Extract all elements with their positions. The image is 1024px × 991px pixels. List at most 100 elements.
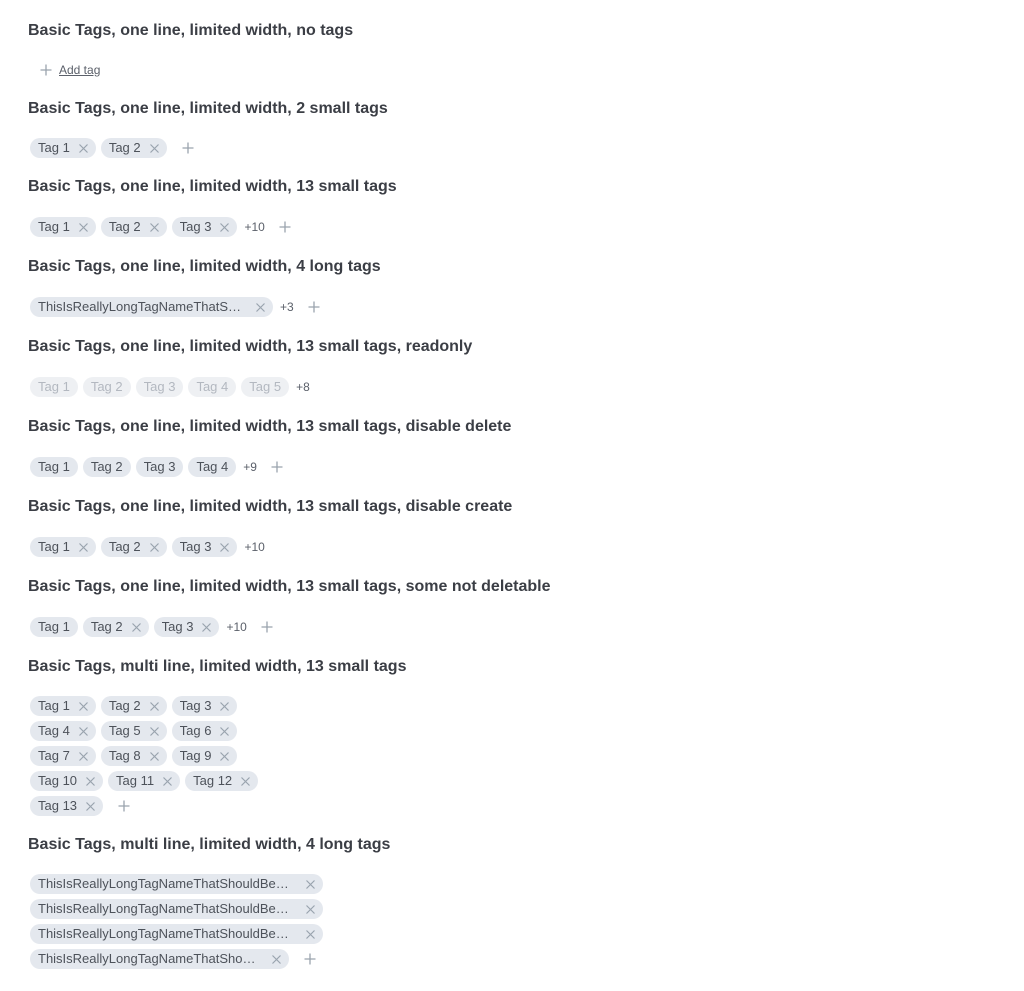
more-count[interactable]: +8	[296, 380, 310, 394]
tag-label: Tag 1	[38, 459, 70, 474]
plus-icon[interactable]	[118, 800, 130, 812]
tag-label: Tag 1	[38, 619, 70, 634]
tag: Tag 2	[100, 696, 167, 716]
tag-label: Tag 7	[38, 748, 70, 763]
tag-label: Tag 2	[108, 698, 141, 713]
tag: Tag 3	[171, 537, 238, 557]
tag-label: Tag 2	[90, 619, 123, 634]
close-icon[interactable]	[220, 751, 230, 761]
tag-label: Tag 13	[38, 798, 78, 813]
close-icon[interactable]	[78, 542, 88, 552]
tag: Tag 1	[30, 617, 78, 637]
tag-label: Tag 2	[108, 219, 141, 234]
add-tag-button[interactable]: Add tag	[40, 60, 100, 80]
plus-icon[interactable]	[261, 621, 273, 633]
close-icon[interactable]	[131, 622, 141, 632]
close-icon[interactable]	[272, 954, 281, 964]
plus-icon[interactable]	[308, 301, 320, 313]
plus-icon[interactable]	[279, 221, 291, 233]
section-title: Basic Tags, one line, limited width, no …	[28, 22, 354, 39]
tag: Tag 2	[100, 138, 167, 158]
close-icon[interactable]	[220, 542, 230, 552]
tag: ThisIsReallyLongTagNameThatShouldBeTrunc…	[30, 874, 323, 894]
tag-label: Tag 2	[108, 539, 141, 554]
close-icon[interactable]	[256, 302, 265, 312]
tag: Tag 1	[30, 696, 96, 716]
tag-label: Tag 1	[38, 379, 70, 394]
tag: Tag 3	[171, 217, 238, 237]
tag: ThisIsReallyLongTagNameThatShouldBeTrunc…	[30, 899, 323, 919]
close-icon[interactable]	[86, 776, 95, 786]
more-count[interactable]: +10	[244, 220, 264, 234]
close-icon[interactable]	[306, 879, 315, 889]
close-icon[interactable]	[78, 751, 88, 761]
tag-label: ThisIsReallyLongTagNameThatShouldBeTrunc…	[38, 299, 242, 314]
plus-icon[interactable]	[304, 953, 316, 965]
close-icon[interactable]	[306, 904, 315, 914]
tag-list-row: ThisIsReallyLongTagNameThatShouldBeTrunc…	[30, 924, 328, 944]
close-icon[interactable]	[86, 801, 95, 811]
plus-icon	[40, 64, 52, 76]
plus-icon[interactable]	[271, 461, 283, 473]
tag-label: Tag 3	[143, 379, 176, 394]
tag-label: Tag 1	[38, 140, 70, 155]
tag-label: Tag 2	[108, 140, 141, 155]
tag-list: Tag 1 Tag 2 Tag 3 Tag 4 Tag 5 +8	[30, 377, 320, 397]
tag-list-row: ThisIsReallyLongTagNameThatShouldBeTrunc…	[30, 949, 316, 969]
close-icon[interactable]	[149, 542, 159, 552]
close-icon[interactable]	[220, 701, 230, 711]
section-title: Basic Tags, one line, limited width, 13 …	[28, 498, 513, 515]
tag-list: Tag 1 Tag 2 Tag 3 +10	[30, 617, 273, 637]
section-title: Basic Tags, multi line, limited width, 1…	[28, 658, 407, 675]
more-count[interactable]: +10	[226, 620, 246, 634]
tag-label: Tag 2	[90, 459, 123, 474]
close-icon[interactable]	[306, 929, 315, 939]
tag-label: Tag 12	[193, 773, 233, 788]
tag: Tag 4	[188, 457, 237, 477]
close-icon[interactable]	[202, 622, 212, 632]
tag-label: Tag 11	[116, 773, 155, 788]
tag-label: Tag 4	[196, 379, 229, 394]
close-icon[interactable]	[149, 751, 159, 761]
tag: Tag 9	[171, 746, 238, 766]
tag: Tag 2	[82, 617, 149, 637]
close-icon[interactable]	[149, 222, 159, 232]
close-icon[interactable]	[78, 222, 88, 232]
tag: Tag 2	[82, 377, 131, 397]
tag: Tag 2	[100, 217, 167, 237]
tag: Tag 3	[171, 696, 238, 716]
more-count[interactable]: +9	[243, 460, 257, 474]
close-icon[interactable]	[220, 726, 230, 736]
close-icon[interactable]	[163, 776, 173, 786]
close-icon[interactable]	[220, 222, 230, 232]
tag-label: ThisIsReallyLongTagNameThatShouldBeTrunc…	[38, 951, 256, 966]
tag-list: Tag 1 Tag 2 Tag 3 +10	[30, 537, 275, 557]
tag-list-row: ThisIsReallyLongTagNameThatShouldBeTrunc…	[30, 899, 328, 919]
close-icon[interactable]	[78, 143, 88, 153]
close-icon[interactable]	[241, 776, 251, 786]
tag-list-row: Tag 13	[30, 796, 130, 816]
section-title: Basic Tags, one line, limited width, 13 …	[28, 418, 512, 435]
tag-list: Tag 1 Tag 2 Tag 3 Tag 4 +9	[30, 457, 283, 477]
tag-label: Tag 4	[38, 723, 70, 738]
more-count[interactable]: +10	[244, 540, 264, 554]
tag: Tag 3	[153, 617, 220, 637]
close-icon[interactable]	[78, 726, 88, 736]
tag-label: Tag 1	[38, 539, 70, 554]
tag-label: Tag 1	[38, 219, 70, 234]
tag: Tag 5	[241, 377, 290, 397]
tag-list-row: Tag 4 Tag 5 Tag 6	[30, 721, 242, 741]
tag-list: ThisIsReallyLongTagNameThatShouldBeTrunc…	[30, 297, 320, 317]
close-icon[interactable]	[78, 701, 88, 711]
tag-label: ThisIsReallyLongTagNameThatShouldBeTrunc…	[38, 876, 290, 891]
tag-label: Tag 8	[108, 748, 141, 763]
close-icon[interactable]	[149, 726, 159, 736]
tag-label: Tag 1	[38, 698, 70, 713]
tag-list-row: Tag 7 Tag 8 Tag 9	[30, 746, 242, 766]
more-count[interactable]: +3	[280, 300, 294, 314]
tag: Tag 3	[135, 457, 184, 477]
close-icon[interactable]	[149, 701, 159, 711]
plus-icon[interactable]	[182, 142, 194, 154]
tag: Tag 5	[100, 721, 167, 741]
close-icon[interactable]	[149, 143, 159, 153]
